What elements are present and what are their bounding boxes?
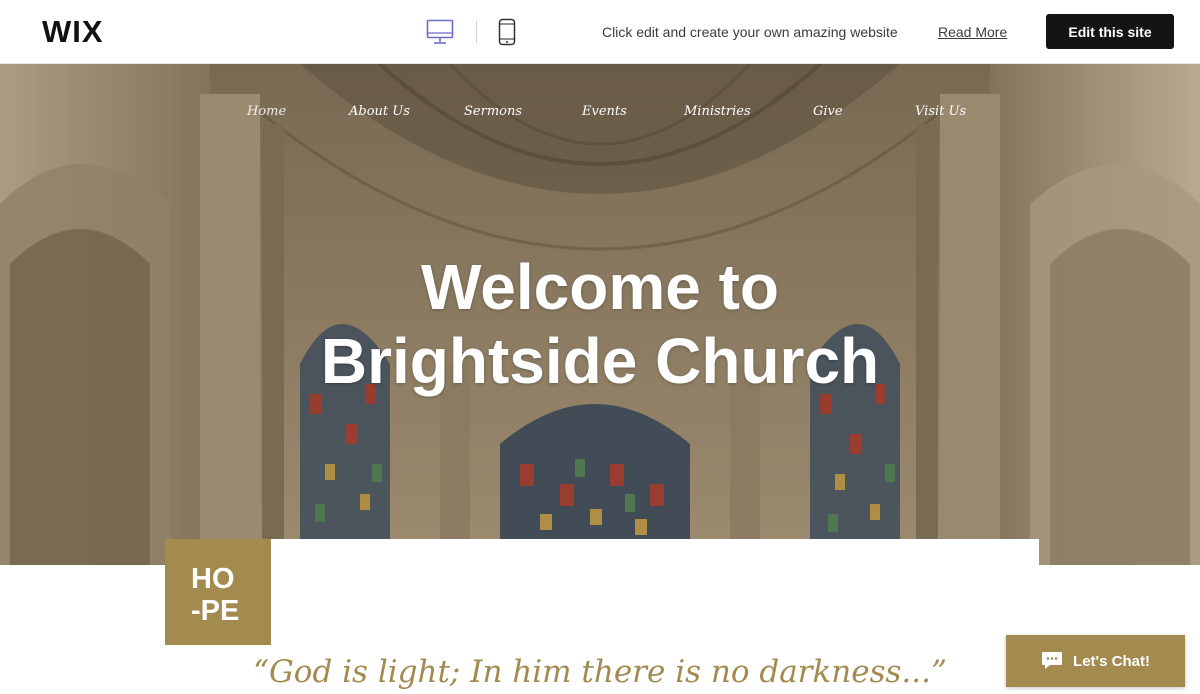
- mobile-icon[interactable]: [498, 18, 516, 46]
- hope-line1: HO: [191, 563, 235, 595]
- chat-button-label: Let's Chat!: [1073, 652, 1150, 670]
- hope-badge: HO -PE: [165, 539, 271, 645]
- nav-item-ministries[interactable]: Ministries: [684, 104, 751, 119]
- nav-item-sermons[interactable]: Sermons: [464, 104, 522, 119]
- nav-item-give[interactable]: Give: [813, 104, 843, 119]
- hope-line2: -PE: [191, 595, 240, 627]
- device-separator: [476, 21, 477, 43]
- nav-item-events[interactable]: Events: [582, 104, 627, 119]
- wix-logo[interactable]: WIX: [42, 14, 104, 50]
- promo-text: Click edit and create your own amazing w…: [602, 24, 898, 40]
- nav-item-about-us[interactable]: About Us: [349, 104, 410, 119]
- chat-bubble-icon: [1042, 652, 1063, 669]
- edit-site-button[interactable]: Edit this site: [1046, 14, 1174, 49]
- hero-title-line1: Welcome to: [421, 251, 779, 323]
- nav-item-home[interactable]: Home: [247, 104, 286, 119]
- hero-title-line2: Brightside Church: [320, 325, 880, 397]
- wix-top-bar: WIX Click edit and create your own amazi…: [0, 0, 1200, 64]
- lets-chat-button[interactable]: Let's Chat!: [1006, 635, 1185, 687]
- read-more-link[interactable]: Read More: [938, 23, 1007, 41]
- desktop-icon[interactable]: [426, 19, 454, 45]
- hero-title: Welcome to Brightside Church: [0, 250, 1200, 398]
- nav-item-visit-us[interactable]: Visit Us: [915, 104, 966, 119]
